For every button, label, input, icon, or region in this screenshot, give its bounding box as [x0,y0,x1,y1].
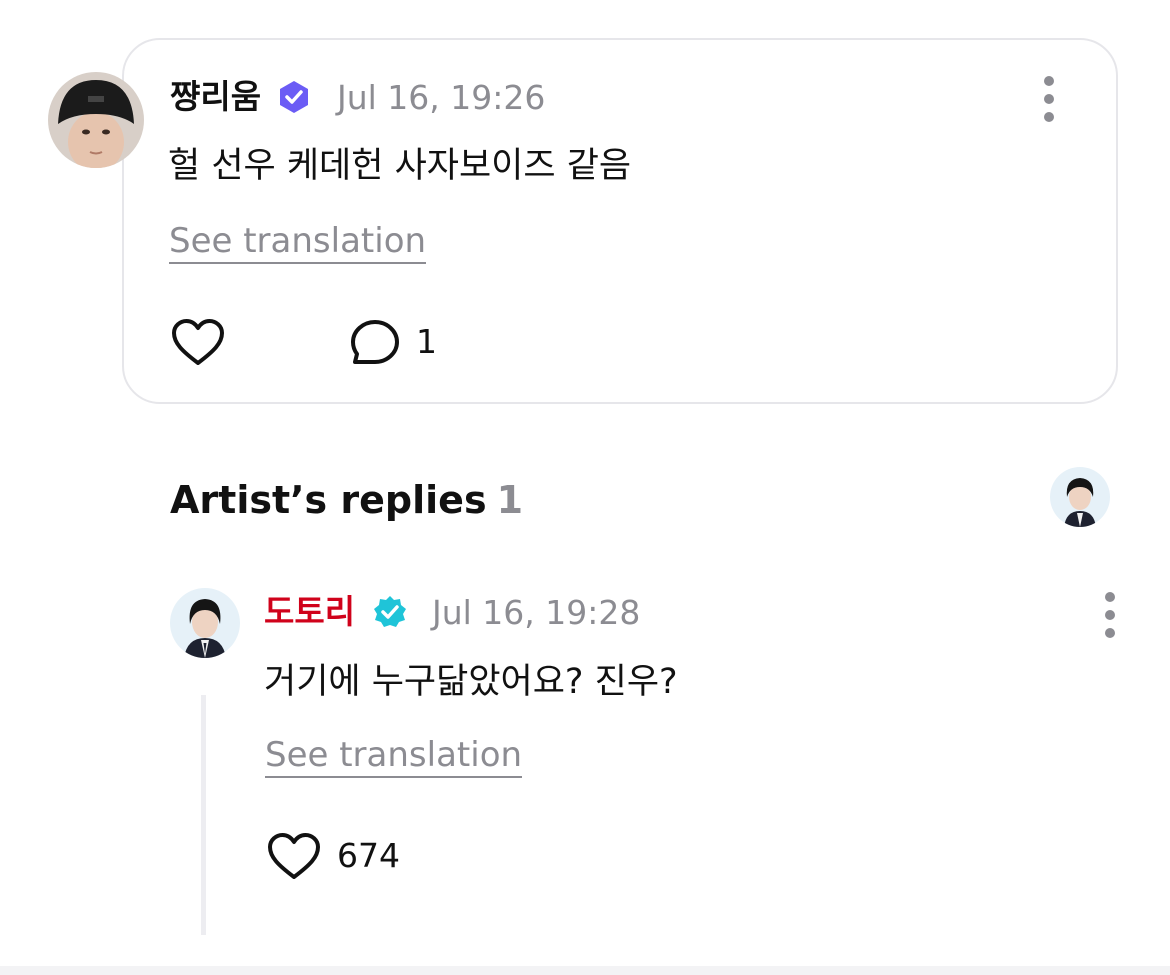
artist-replies-count: 1 [496,478,524,522]
heart-icon[interactable] [266,832,322,886]
artist-username[interactable]: 도토리 [264,592,355,632]
reply-text: 거기에 누구닮았어요? 진우? [264,662,678,702]
comment-see-translation-link[interactable]: See translation [169,220,427,264]
comment-more-icon[interactable] [1043,76,1055,124]
artist-avatar[interactable] [170,588,240,658]
heart-icon[interactable] [170,318,226,372]
reply-more-icon[interactable] [1104,592,1116,640]
reply-thread-line [201,695,206,935]
comment-timestamp: Jul 16, 19:26 [337,78,546,117]
fan-verified-badge-icon [276,79,312,119]
reply-timestamp: Jul 16, 19:28 [432,593,641,632]
comment-text: 헐 선우 케데헌 사자보이즈 같음 [168,146,632,186]
speech-bubble-icon[interactable] [349,318,401,372]
commenter-username[interactable]: 쨩리움 [170,77,261,117]
commenter-avatar[interactable] [48,72,144,168]
artist-replies-heading: Artist’s replies 1 [170,477,523,523]
reply-see-translation-link[interactable]: See translation [265,734,523,778]
artist-verified-badge-icon [372,594,408,634]
comment-reply-count: 1 [416,322,437,361]
reply-like-count: 674 [337,836,400,875]
artist-replies-title: Artist’s replies [170,478,487,522]
artist-replies-avatar[interactable] [1050,467,1110,527]
bottom-divider [0,966,1170,975]
